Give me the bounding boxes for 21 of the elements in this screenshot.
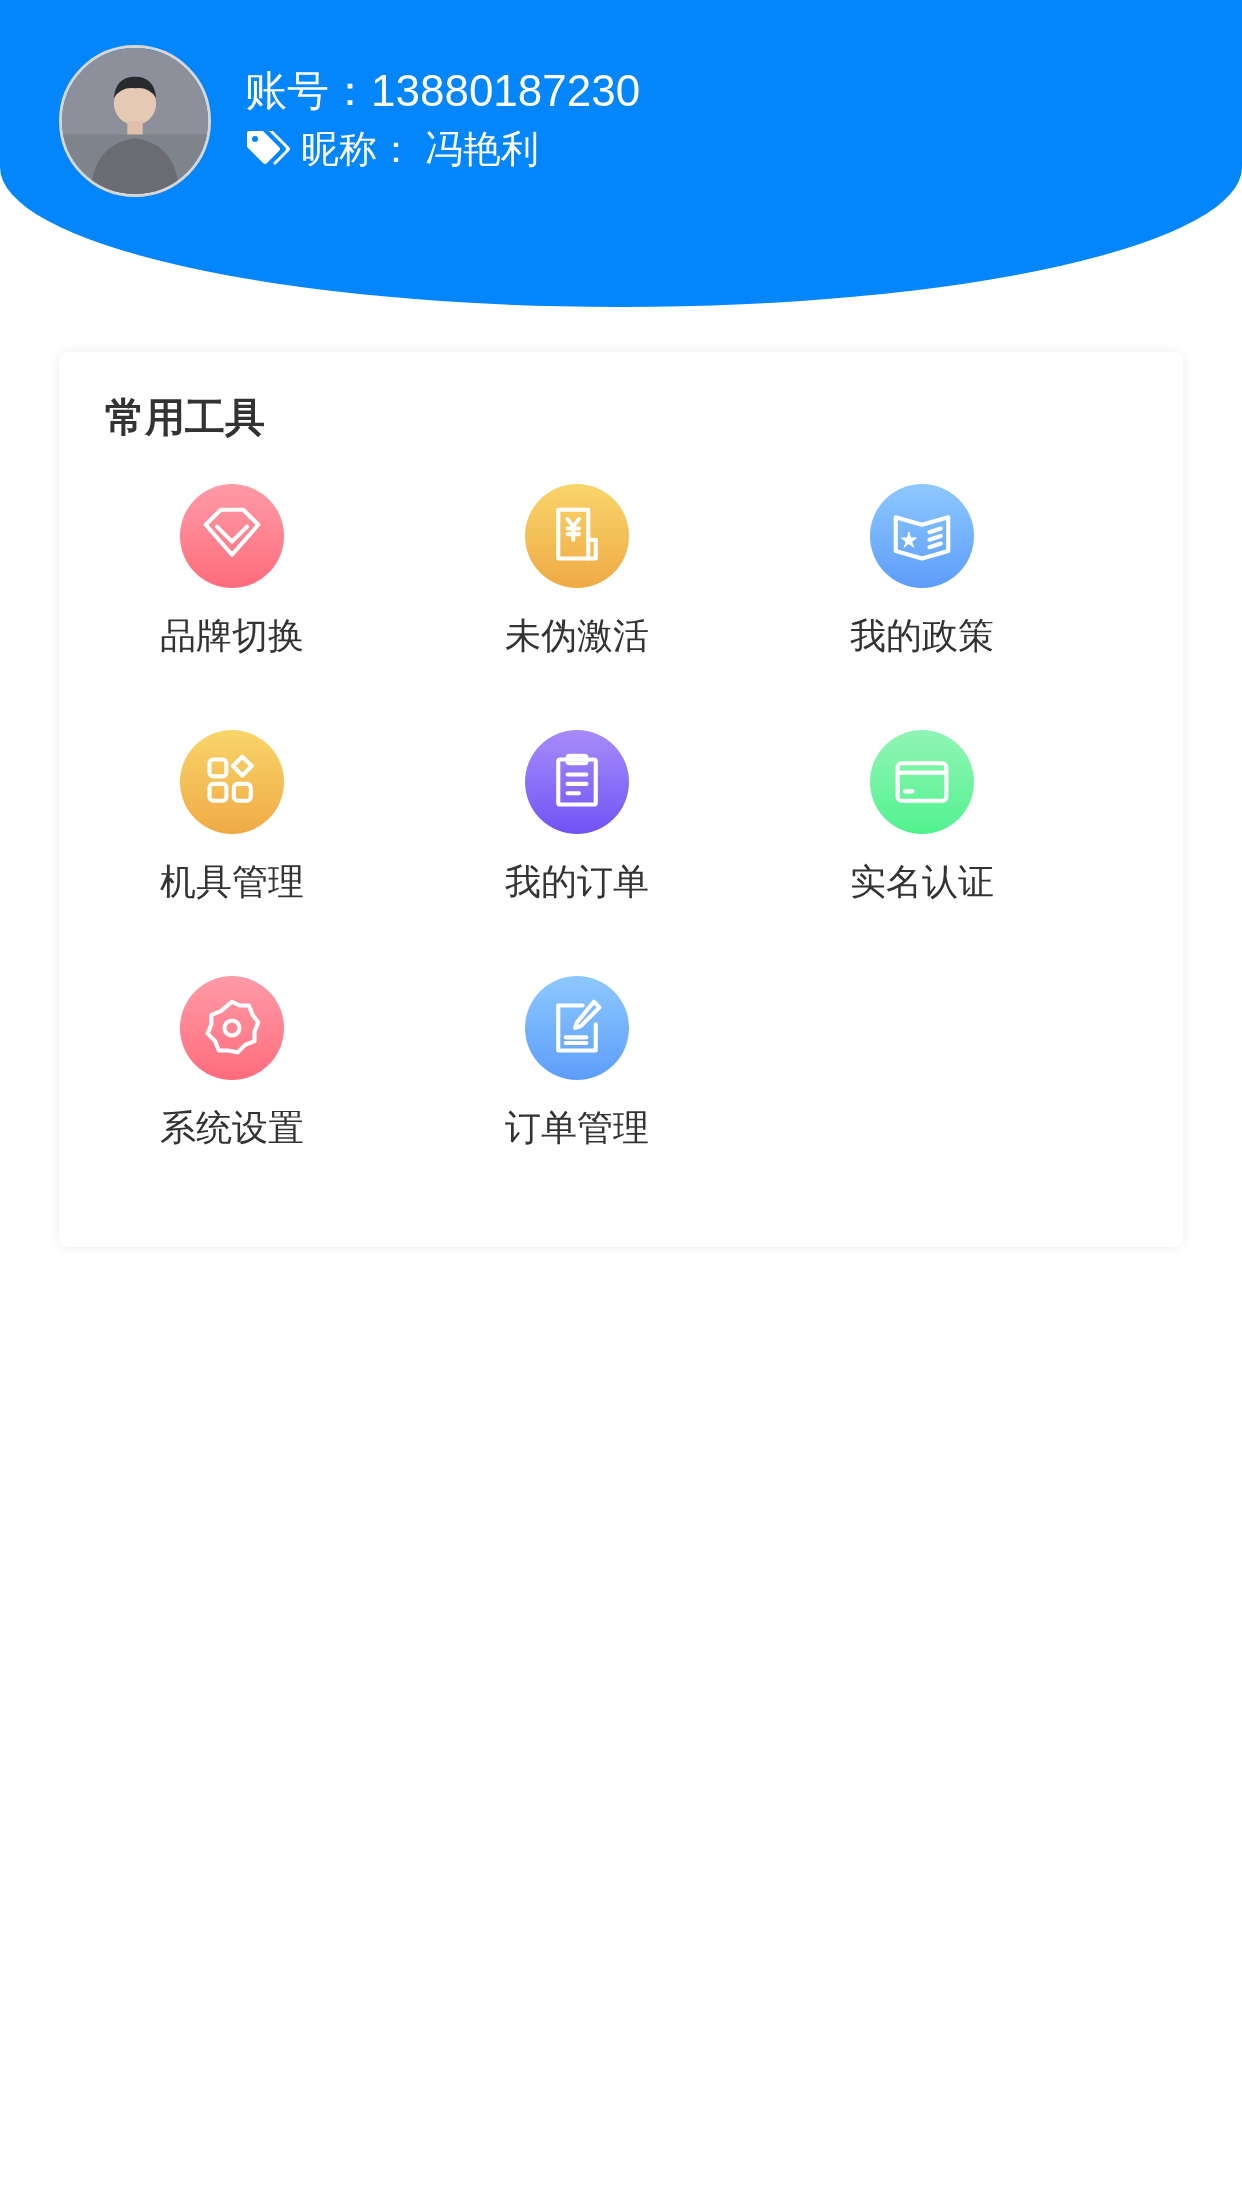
tool-item[interactable]: 我的政策 [749, 484, 1094, 660]
tool-item[interactable]: 未伪激活 [404, 484, 749, 660]
tool-item[interactable]: 订单管理 [404, 976, 749, 1152]
tool-label: 品牌切换 [159, 614, 304, 658]
tool-label: 订单管理 [504, 1106, 649, 1150]
card-title: 常用工具 [104, 394, 266, 441]
tool-item[interactable]: 系统设置 [59, 976, 404, 1152]
account-label: 账号： [245, 66, 371, 116]
account-number: 13880187230 [371, 65, 641, 117]
tool-label: 未伪激活 [504, 614, 649, 658]
tool-item[interactable]: 机具管理 [59, 730, 404, 906]
tool-label: 系统设置 [159, 1106, 304, 1150]
tool-item[interactable]: 我的订单 [404, 730, 749, 906]
nickname: 冯艳利 [425, 127, 539, 172]
tool-item[interactable]: 品牌切换 [59, 484, 404, 660]
nickname-label: 昵称： [301, 127, 415, 172]
tool-label: 我的政策 [849, 614, 994, 658]
tool-label: 我的订单 [504, 860, 649, 904]
tool-label: 实名认证 [849, 860, 994, 904]
tool-label: 机具管理 [159, 860, 304, 904]
tool-item[interactable]: 实名认证 [749, 730, 1094, 906]
